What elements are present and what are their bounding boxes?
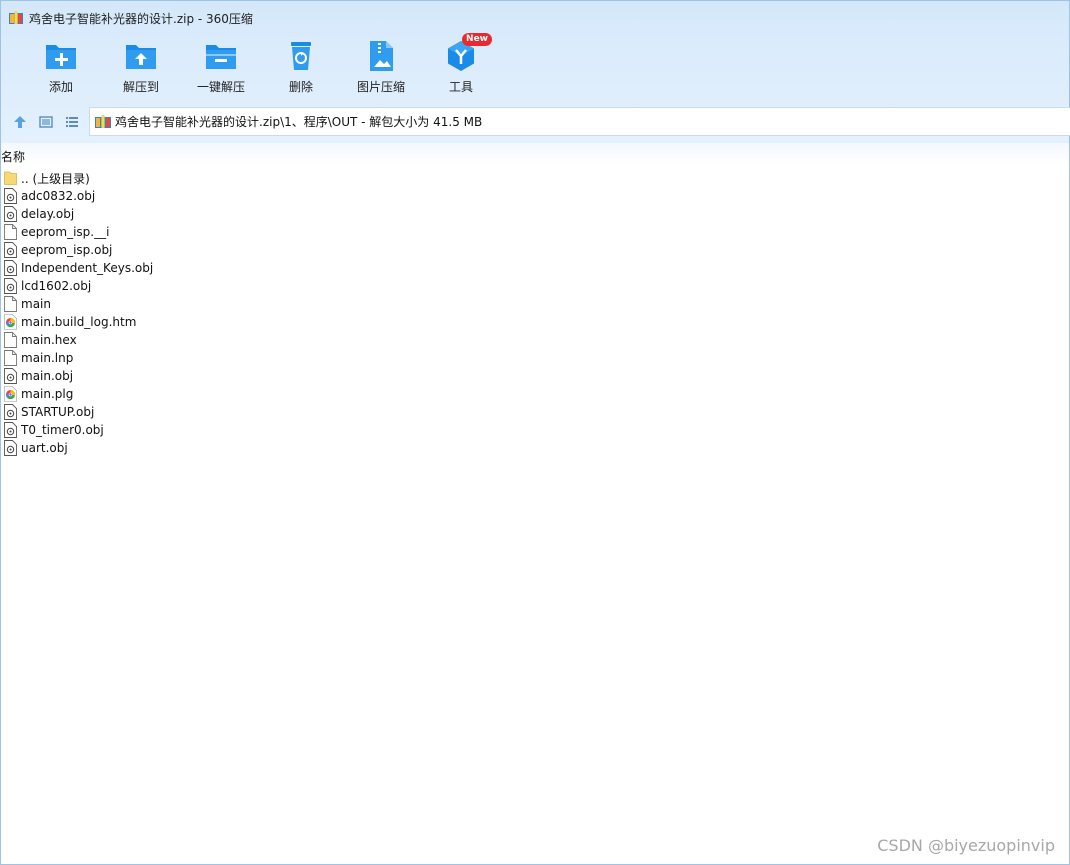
file-name: Independent_Keys.obj [21,261,154,275]
blank-file-icon [4,350,17,366]
obj-file-icon [4,260,17,276]
address-bar[interactable]: 鸡舍电子智能补光器的设计.zip\1、程序\OUT - 解包大小为 41.5 M… [89,107,1070,136]
obj-file-icon [4,188,17,204]
file-row[interactable]: eeprom_isp.obj [4,241,153,259]
file-name: T0_timer0.obj [21,423,104,437]
list-view-icon[interactable] [63,113,81,131]
add-icon [44,39,78,73]
header-area: 鸡舍电子智能补光器的设计.zip - 360压缩 添加 解压到 一键解压 删除 … [1,1,1070,143]
file-name: main.hex [21,333,77,347]
one-click-extract-button[interactable]: 一键解压 [181,39,261,95]
current-path: 鸡舍电子智能补光器的设计.zip\1、程序\OUT - 解包大小为 41.5 M… [115,115,483,129]
file-name: adc0832.obj [21,189,96,203]
browser-file-icon [4,314,17,330]
browser-file-icon [4,386,17,402]
watermark: CSDN @biyezuopinvip [877,836,1055,855]
file-name: main.build_log.htm [21,315,137,329]
file-row[interactable]: STARTUP.obj [4,403,153,421]
obj-file-icon [4,242,17,258]
blank-file-icon [4,332,17,348]
file-row[interactable]: main.obj [4,367,153,385]
file-row[interactable]: main [4,295,153,313]
file-row[interactable]: main.hex [4,331,153,349]
window-title: 鸡舍电子智能补光器的设计.zip - 360压缩 [29,11,253,26]
list-header [1,143,1069,165]
file-name: eeprom_isp.obj [21,243,113,257]
file-name: lcd1602.obj [21,279,92,293]
obj-file-icon [4,422,17,438]
file-name: .. (上级目录) [21,171,90,186]
column-header-name[interactable]: 名称 [1,148,25,165]
main-toolbar: 添加 解压到 一键解压 删除 图片压缩 New 工具 [21,33,501,95]
file-row[interactable]: adc0832.obj [4,187,153,205]
delete-button[interactable]: 删除 [261,39,341,95]
file-row[interactable]: main.plg [4,385,153,403]
zip-archive-icon [95,114,111,129]
file-row[interactable]: T0_timer0.obj [4,421,153,439]
blank-file-icon [4,296,17,312]
obj-file-icon [4,278,17,294]
file-name: delay.obj [21,207,75,221]
file-row[interactable]: .. (上级目录) [4,169,153,187]
obj-file-icon [4,404,17,420]
file-name: main.obj [21,369,74,383]
extract-to-icon [124,39,158,73]
tools-button[interactable]: New 工具 [421,33,501,95]
folder-icon [4,170,17,186]
file-row[interactable]: main.build_log.htm [4,313,153,331]
file-name: main.lnp [21,351,74,365]
file-list: .. (上级目录) adc0832.obj delay.obj eeprom_isp.… [4,169,153,457]
zip-archive-icon [9,11,23,25]
file-name: eeprom_isp.__i [21,225,110,239]
file-row[interactable]: lcd1602.obj [4,277,153,295]
file-name: main.plg [21,387,74,401]
file-name: main [21,297,51,311]
add-button[interactable]: 添加 [21,39,101,95]
file-row[interactable]: eeprom_isp.__i [4,223,153,241]
navigation-bar: 鸡舍电子智能补光器的设计.zip\1、程序\OUT - 解包大小为 41.5 M… [1,107,1070,137]
image-compress-icon [364,39,398,73]
obj-file-icon [4,368,17,384]
image-compress-button[interactable]: 图片压缩 [341,39,421,95]
obj-file-icon [4,440,17,456]
new-badge: New [462,33,492,46]
thumbnail-view-icon[interactable] [37,113,55,131]
one-click-extract-icon [204,39,238,73]
blank-file-icon [4,224,17,240]
file-row[interactable]: delay.obj [4,205,153,223]
obj-file-icon [4,206,17,222]
file-name: uart.obj [21,441,68,455]
file-row[interactable]: Independent_Keys.obj [4,259,153,277]
title-bar: 鸡舍电子智能补光器的设计.zip - 360压缩 [9,9,253,27]
file-row[interactable]: main.lnp [4,349,153,367]
extract-to-button[interactable]: 解压到 [101,39,181,95]
file-row[interactable]: uart.obj [4,439,153,457]
tools-icon: New [444,33,492,73]
up-arrow-icon[interactable] [11,113,29,131]
delete-icon [284,39,318,73]
file-name: STARTUP.obj [21,405,95,419]
